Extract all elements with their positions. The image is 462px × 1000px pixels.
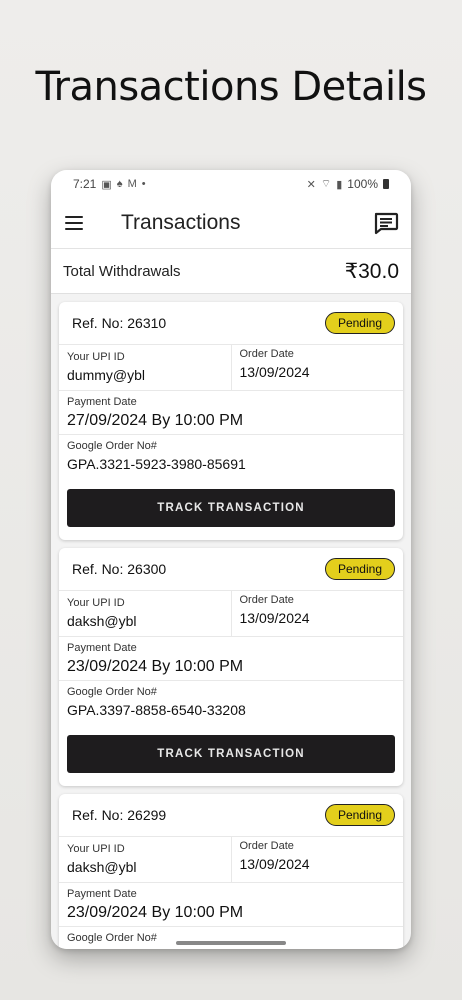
status-badge: Pending bbox=[324, 558, 395, 580]
order-date-label: Order Date bbox=[239, 840, 294, 852]
payment-date-row: Payment Date 27/09/2024 By 10:00 PM bbox=[59, 391, 403, 435]
upi-value: daksh@ybl bbox=[67, 859, 137, 875]
status-badge: Pending bbox=[324, 312, 395, 334]
status-badge: Pending bbox=[324, 804, 395, 826]
google-order-row: Google Order No# GPA.3397-8858-6540-3320… bbox=[59, 681, 403, 723]
google-order-value: GPA.3321-5923-3980-85691 bbox=[67, 456, 246, 472]
mute-icon: ✕ bbox=[306, 178, 316, 191]
total-withdrawals-amount: ₹30.0 bbox=[344, 259, 399, 283]
payment-date-label: Payment Date bbox=[67, 642, 137, 654]
battery-icon bbox=[383, 179, 389, 189]
google-order-value: GPA.3397-8858-6540-33208 bbox=[67, 702, 246, 718]
transactions-list[interactable]: Ref. No: 26310 Pending Your UPI ID dummy… bbox=[51, 294, 411, 949]
track-transaction-button[interactable]: TRACK TRANSACTION bbox=[67, 735, 395, 773]
card-header: Ref. No: 26310 Pending bbox=[59, 302, 403, 345]
total-withdrawals-bar: Total Withdrawals ₹30.0 bbox=[51, 249, 411, 294]
transaction-card: Ref. No: 26310 Pending Your UPI ID dummy… bbox=[59, 302, 403, 540]
order-date-value: 13/09/2024 bbox=[239, 364, 310, 380]
status-time: 7:21 bbox=[73, 177, 97, 191]
status-bar: 7:21 ▣ ♠ M • ✕ ⌔ ▮ 100% bbox=[51, 170, 411, 198]
transaction-card: Ref. No: 26300 Pending Your UPI ID daksh… bbox=[59, 548, 403, 786]
transaction-card: Ref. No: 26299 Pending Your UPI ID daksh… bbox=[59, 794, 403, 949]
gmail-icon: M bbox=[127, 178, 137, 190]
upi-order-row: Your UPI ID daksh@ybl Order Date 13/09/2… bbox=[59, 591, 403, 637]
page-title: Transactions bbox=[121, 211, 241, 234]
payment-date-value: 23/09/2024 By 10:00 PM bbox=[67, 904, 244, 921]
upi-label: Your UPI ID bbox=[67, 351, 125, 363]
google-order-row: Google Order No# GPA.3321-5923-3980-8569… bbox=[59, 435, 403, 477]
payment-date-value: 23/09/2024 By 10:00 PM bbox=[67, 658, 244, 675]
signal-icon: ▮ bbox=[336, 178, 343, 191]
battery-percent: 100% bbox=[347, 177, 378, 191]
ref-number: Ref. No: 26300 bbox=[72, 561, 167, 577]
payment-date-value: 27/09/2024 By 10:00 PM bbox=[67, 412, 244, 429]
upi-label: Your UPI ID bbox=[67, 843, 125, 855]
menu-icon[interactable] bbox=[65, 216, 83, 230]
card-header: Ref. No: 26300 Pending bbox=[59, 548, 403, 591]
chat-icon[interactable] bbox=[373, 210, 399, 236]
app-notification-icon: ♠ bbox=[116, 178, 123, 190]
payment-date-row: Payment Date 23/09/2024 By 10:00 PM bbox=[59, 637, 403, 681]
upi-label: Your UPI ID bbox=[67, 597, 125, 609]
upi-order-row: Your UPI ID dummy@ybl Order Date 13/09/2… bbox=[59, 345, 403, 391]
payment-date-label: Payment Date bbox=[67, 396, 137, 408]
payment-date-label: Payment Date bbox=[67, 888, 137, 900]
upi-value: dummy@ybl bbox=[67, 367, 146, 383]
promo-headline: Transactions Details bbox=[35, 64, 427, 110]
more-notifications-dot-icon: • bbox=[141, 178, 146, 190]
google-order-row: Google Order No# bbox=[59, 927, 403, 949]
track-transaction-button[interactable]: TRACK TRANSACTION bbox=[67, 489, 395, 527]
upi-value: daksh@ybl bbox=[67, 613, 137, 629]
google-order-label: Google Order No# bbox=[67, 686, 157, 698]
gesture-nav-handle[interactable] bbox=[176, 941, 286, 945]
gallery-icon: ▣ bbox=[101, 178, 112, 191]
phone-frame: 7:21 ▣ ♠ M • ✕ ⌔ ▮ 100% Transactions Tot… bbox=[51, 170, 411, 949]
payment-date-row: Payment Date 23/09/2024 By 10:00 PM bbox=[59, 883, 403, 927]
order-date-label: Order Date bbox=[239, 348, 294, 360]
order-date-label: Order Date bbox=[239, 594, 294, 606]
card-header: Ref. No: 26299 Pending bbox=[59, 794, 403, 837]
google-order-label: Google Order No# bbox=[67, 440, 157, 452]
order-date-value: 13/09/2024 bbox=[239, 610, 310, 626]
wifi-icon: ⌔ bbox=[320, 178, 332, 190]
total-withdrawals-label: Total Withdrawals bbox=[63, 262, 181, 280]
ref-number: Ref. No: 26310 bbox=[72, 315, 167, 331]
ref-number: Ref. No: 26299 bbox=[72, 807, 167, 823]
upi-order-row: Your UPI ID daksh@ybl Order Date 13/09/2… bbox=[59, 837, 403, 883]
order-date-value: 13/09/2024 bbox=[239, 856, 310, 872]
app-bar: Transactions bbox=[51, 198, 411, 249]
